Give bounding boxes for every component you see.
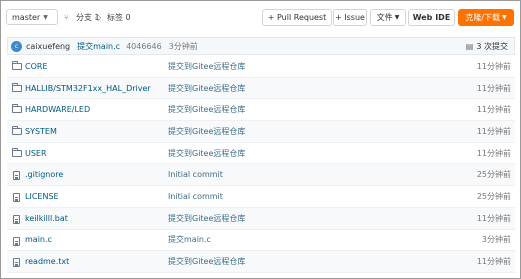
table-row[interactable]: .gitignore Initial commit 25分钟前 <box>7 164 515 187</box>
file-commit-time: 11分钟前 <box>476 126 511 136</box>
repo-toolbar: master ▼ ⑂ 分支 1 ◇ 标签 0 + Pull Request + … <box>4 6 516 28</box>
file-commit-time: 11分钟前 <box>476 148 511 158</box>
chevron-down-icon: ▼ <box>502 14 507 21</box>
tags-count: 标签 0 <box>107 13 131 22</box>
folder-icon <box>12 147 22 158</box>
file-commit-time: 11分钟前 <box>476 105 511 115</box>
table-row[interactable]: USER 提交到Gitee远程仓库 11分钟前 <box>7 143 515 165</box>
file-name[interactable]: main.c <box>25 235 52 244</box>
file-name[interactable]: LICENSE <box>25 192 59 201</box>
clone-download-button[interactable]: 克隆/下载 ▼ <box>458 9 514 26</box>
tags-link[interactable]: ◇ 标签 0 <box>95 12 131 23</box>
issue-button[interactable]: + Issue <box>333 9 367 26</box>
folder-icon <box>12 61 22 71</box>
file-commit-message[interactable]: 提交到Gitee远程仓库 <box>168 126 245 137</box>
file-commit-time: 11分钟前 <box>476 257 511 267</box>
commit-author[interactable]: caixuefeng <box>26 42 70 51</box>
web-ide-button[interactable]: Web IDE <box>408 9 455 26</box>
file-icon <box>12 236 22 246</box>
latest-commit-bar: c caixuefeng 提交main.c 4046646 3分钟前 ▤ 3 次… <box>7 37 515 55</box>
file-icon <box>12 171 22 181</box>
folder-icon <box>12 126 22 136</box>
file-icon <box>12 258 22 268</box>
file-menu-label: 文件 <box>376 13 393 22</box>
file-name[interactable]: HALLIB/STM32F1xx_HAL_Driver <box>25 84 151 93</box>
pull-request-button[interactable]: + Pull Request <box>262 9 332 26</box>
file-name[interactable]: readme.txt <box>25 257 69 266</box>
file-commit-message[interactable]: 提交到Gitee远程仓库 <box>168 83 245 94</box>
file-commit-message[interactable]: Initial commit <box>168 170 223 179</box>
table-row[interactable]: CORE 提交到Gitee远程仓库 11分钟前 <box>7 56 515 78</box>
commit-count: 3 次提交 <box>476 42 508 51</box>
file-name[interactable]: .gitignore <box>25 170 63 179</box>
branch-label: master <box>12 12 41 22</box>
file-icon <box>12 214 22 224</box>
table-row[interactable]: readme.txt 提交到Gitee远程仓库 11分钟前 <box>7 251 515 273</box>
file-menu-button[interactable]: 文件 ▼ <box>370 9 406 26</box>
file-commit-message[interactable]: 提交到Gitee远程仓库 <box>168 104 245 115</box>
file-list: CORE 提交到Gitee远程仓库 11分钟前 HALLIB/STM32F1xx… <box>7 56 515 273</box>
table-row[interactable]: SYSTEM 提交到Gitee远程仓库 11分钟前 <box>7 121 515 143</box>
commit-time: 3分钟前 <box>168 41 198 51</box>
clone-download-label: 克隆/下载 <box>465 13 501 22</box>
file-commit-time: 3分钟前 <box>481 235 511 245</box>
file-name[interactable]: USER <box>25 149 47 158</box>
file-commit-time: 11分钟前 <box>476 83 511 93</box>
file-name[interactable]: HARDWARE/LED <box>25 105 90 114</box>
table-row[interactable]: keilkilll.bat 提交到Gitee远程仓库 11分钟前 <box>7 207 515 230</box>
commit-hash[interactable]: 4046646 <box>126 42 162 51</box>
commit-message[interactable]: 提交main.c <box>77 41 120 52</box>
tag-icon: ◇ <box>95 13 102 22</box>
file-commit-message[interactable]: 提交到Gitee远程仓库 <box>168 61 245 72</box>
chevron-down-icon: ▼ <box>43 13 48 21</box>
file-commit-message[interactable]: 提交main.c <box>168 234 211 245</box>
file-commit-message[interactable]: 提交到Gitee远程仓库 <box>168 213 245 224</box>
file-commit-time: 25分钟前 <box>476 191 511 201</box>
file-icon <box>12 193 22 203</box>
file-commit-message[interactable]: 提交到Gitee远程仓库 <box>168 256 245 267</box>
chevron-down-icon: ▼ <box>394 14 400 21</box>
file-commit-time: 11分钟前 <box>476 61 511 71</box>
table-row[interactable]: HALLIB/STM32F1xx_HAL_Driver 提交到Gitee远程仓库… <box>7 77 515 100</box>
branch-select[interactable]: master ▼ <box>6 9 58 25</box>
table-row[interactable]: HARDWARE/LED 提交到Gitee远程仓库 11分钟前 <box>7 99 515 122</box>
history-icon: ▤ <box>465 42 474 51</box>
folder-icon <box>12 104 22 114</box>
avatar[interactable]: c <box>11 40 22 52</box>
table-row[interactable]: LICENSE Initial commit 25分钟前 <box>7 186 515 208</box>
file-commit-message[interactable]: 提交到Gitee远程仓库 <box>168 148 245 159</box>
branch-icon: ⑂ <box>64 13 69 22</box>
folder-icon <box>12 82 22 93</box>
file-name[interactable]: keilkilll.bat <box>25 214 68 223</box>
file-commit-time: 11分钟前 <box>476 213 511 223</box>
file-commit-time: 25分钟前 <box>476 170 511 180</box>
file-commit-message[interactable]: Initial commit <box>168 192 223 201</box>
file-name[interactable]: CORE <box>25 62 48 71</box>
table-row[interactable]: main.c 提交main.c 3分钟前 <box>7 230 515 252</box>
commit-count-link[interactable]: ▤ 3 次提交 <box>466 41 508 52</box>
file-name[interactable]: SYSTEM <box>25 127 57 136</box>
